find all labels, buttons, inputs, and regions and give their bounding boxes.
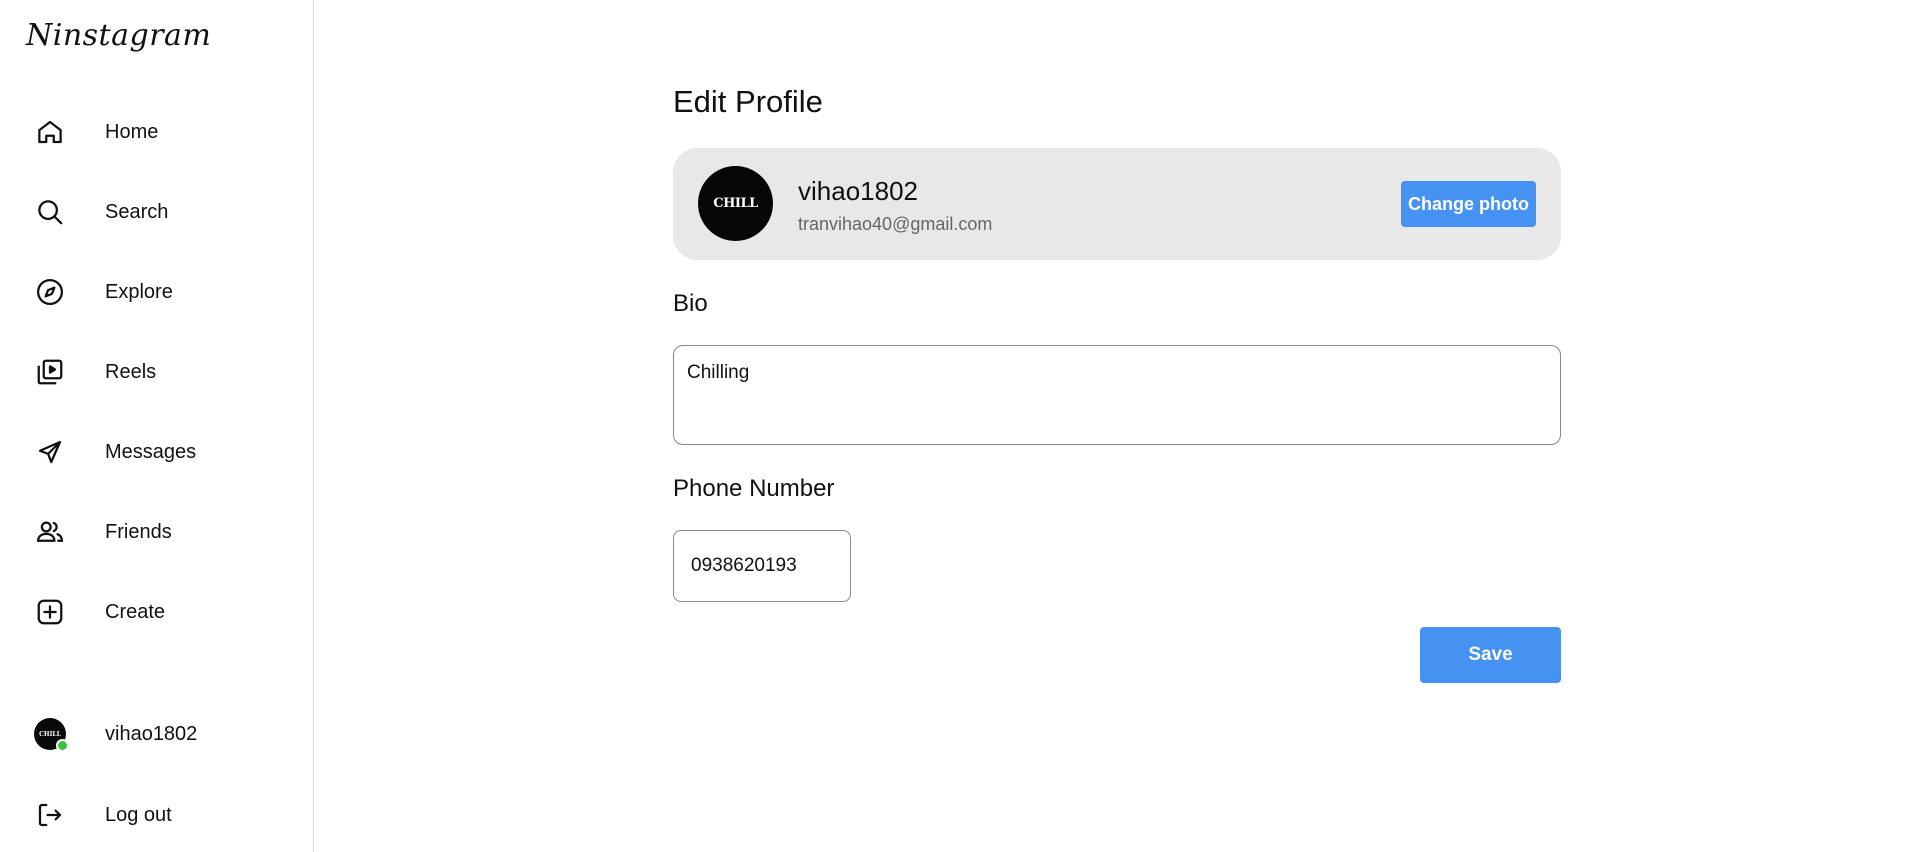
sidebar-item-search[interactable]: Search [22,184,292,240]
logout-button[interactable]: Log out [22,787,292,843]
sidebar-item-label: vihao1802 [105,722,198,745]
profile-username: vihao1802 [798,176,918,206]
avatar-text: CHILL [39,730,61,738]
sidebar: Ninstagram Home Search Explore Reels Mes… [0,0,314,852]
sidebar-item-reels[interactable]: Reels [22,344,292,400]
avatar-container: CHILL [22,706,78,762]
sidebar-item-label: Search [105,200,169,223]
sidebar-item-friends[interactable]: Friends [22,504,292,560]
avatar: CHILL [698,166,773,241]
compass-icon [22,264,78,320]
sidebar-item-create[interactable]: Create [22,584,292,640]
home-icon [22,104,78,160]
sidebar-item-label: Home [105,120,159,143]
search-icon [22,184,78,240]
profile-card: CHILL vihao1802 tranvihao40@gmail.com Ch… [673,148,1561,260]
sidebar-item-label: Reels [105,360,157,383]
page-title: Edit Profile [673,84,823,119]
edit-profile-main: Edit Profile CHILL vihao1802 tranvihao40… [314,0,1919,852]
profile-email: tranvihao40@gmail.com [798,214,993,234]
change-photo-button[interactable]: Change photo [1401,181,1536,227]
logout-icon [22,787,78,843]
logout-label: Log out [105,803,172,826]
sidebar-item-label: Messages [105,440,197,463]
bio-input[interactable]: Chilling [673,345,1561,445]
avatar: CHILL [34,718,69,752]
reels-icon [22,344,78,400]
avatar-text: CHILL [713,196,758,211]
save-button[interactable]: Save [1420,627,1561,683]
bio-label: Bio [673,290,708,317]
phone-number-input[interactable] [673,530,851,602]
online-status-dot [56,739,69,752]
sidebar-item-explore[interactable]: Explore [22,264,292,320]
sidebar-item-profile[interactable]: CHILL vihao1802 [22,706,292,762]
send-icon [22,424,78,480]
sidebar-item-messages[interactable]: Messages [22,424,292,480]
app-logo[interactable]: Ninstagram [26,18,211,53]
sidebar-item-label: Explore [105,280,173,303]
phone-label: Phone Number [673,475,835,502]
sidebar-item-label: Friends [105,520,172,543]
sidebar-item-home[interactable]: Home [22,104,292,160]
plus-square-icon [22,584,78,640]
friends-icon [22,504,78,560]
sidebar-item-label: Create [105,600,166,623]
